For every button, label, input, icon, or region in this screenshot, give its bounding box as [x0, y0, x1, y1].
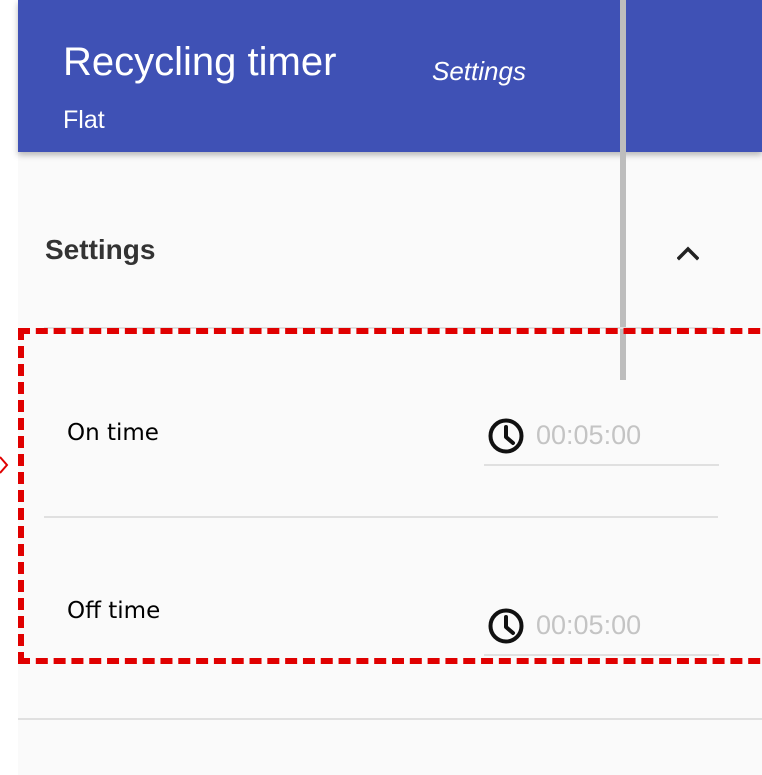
bottom-divider	[18, 718, 762, 720]
chevron-up-icon[interactable]	[677, 245, 699, 261]
vertical-guide-line	[620, 0, 626, 380]
scope-label: Flat	[63, 106, 105, 134]
app-title: Recycling timer	[63, 40, 337, 84]
app-header: Recycling timer Settings Flat	[18, 0, 762, 152]
section-title: Settings	[45, 234, 156, 265]
annotation-arrow-tip	[0, 456, 9, 474]
highlight-box	[18, 328, 762, 664]
page-subtitle: Settings	[432, 56, 526, 86]
